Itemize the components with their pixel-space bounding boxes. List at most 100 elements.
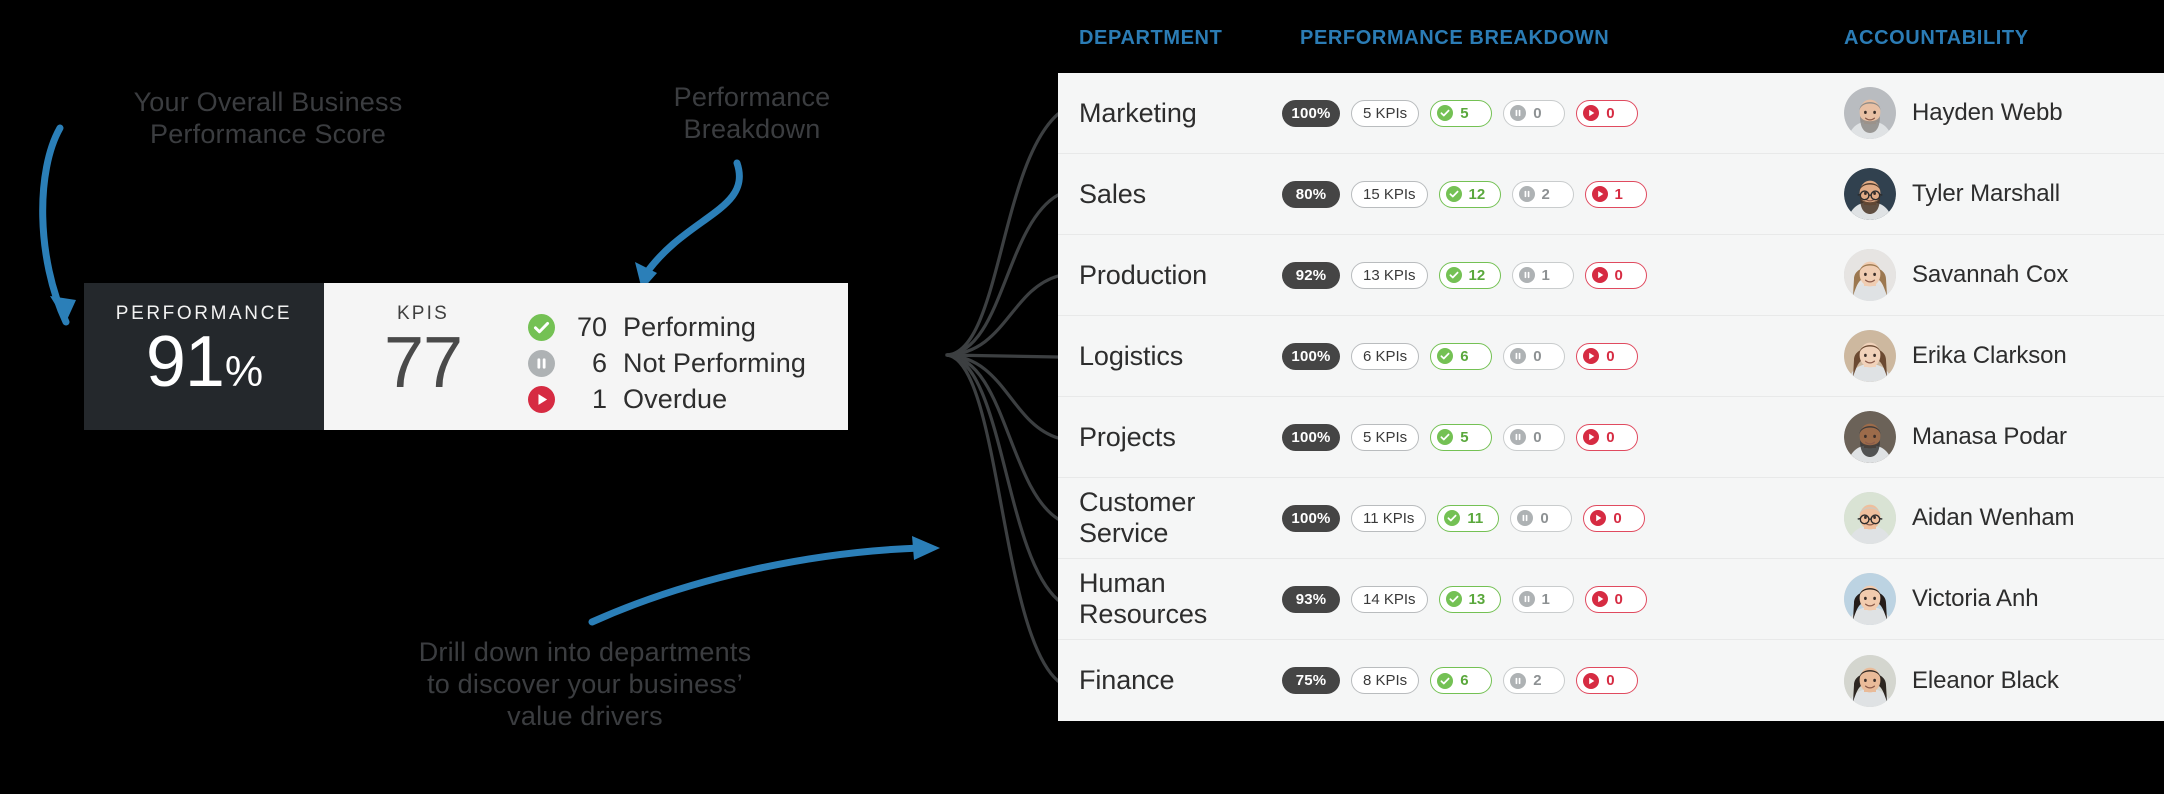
table-row[interactable]: Logistics 100% 6 KPIs 6 0 0 Erika Clarks… — [1058, 316, 2164, 397]
percent-badge: 100% — [1282, 423, 1340, 451]
performing-count: 12 — [1468, 266, 1486, 284]
avatar — [1844, 330, 1896, 382]
not-performing-count: 0 — [1540, 509, 1549, 527]
overdue-badge: 0 — [1576, 423, 1639, 451]
performance-breakdown-badges: 100% 6 KPIs 6 0 0 — [1282, 342, 1639, 370]
percent-badge: 92% — [1282, 261, 1340, 289]
table-row[interactable]: Marketing 100% 5 KPIs 5 0 0 Hayden Webb — [1058, 73, 2164, 154]
owner-name: Hayden Webb — [1912, 99, 2063, 126]
table-row[interactable]: Projects 100% 5 KPIs 5 0 0 Manasa Podar — [1058, 397, 2164, 478]
not-performing-count: 1 — [1541, 266, 1550, 284]
pause-circle-icon — [1510, 672, 1527, 689]
performing-badge: 11 — [1437, 504, 1500, 532]
avatar — [1844, 492, 1896, 544]
kpis-total-value: 77 — [383, 323, 463, 403]
pause-circle-icon — [528, 349, 555, 377]
table-row[interactable]: Finance 75% 8 KPIs 6 2 0 Eleanor Black — [1058, 640, 2164, 721]
overdue-count: 0 — [1606, 104, 1615, 122]
avatar — [1844, 411, 1896, 463]
not-performing-badge: 0 — [1503, 423, 1566, 451]
accountability-owner[interactable]: Victoria Anh — [1844, 573, 2039, 625]
performing-count: 5 — [1460, 104, 1469, 122]
avatar — [1844, 249, 1896, 301]
department-name: Production — [1079, 259, 1208, 290]
table-row[interactable]: Sales 80% 15 KPIs 12 2 1 Tyler Marshall — [1058, 154, 2164, 235]
department-table: Marketing 100% 5 KPIs 5 0 0 Hayden Webb … — [1058, 73, 2164, 721]
not-performing-count: 2 — [1533, 672, 1542, 689]
annotation-overall-score: Your Overall Business Performance Score — [133, 87, 403, 149]
arrow-performance-breakdown — [635, 159, 743, 290]
not-performing-badge: 2 — [1511, 180, 1574, 208]
kpi-legend-label: Performing — [623, 311, 757, 342]
kpi-legend-row: 70 Performing — [528, 309, 848, 345]
overdue-badge: 0 — [1576, 667, 1639, 694]
performance-breakdown-badges: 80% 15 KPIs 12 2 1 — [1282, 180, 1647, 208]
not-performing-count: 0 — [1533, 347, 1542, 365]
overdue-badge: 0 — [1583, 504, 1646, 532]
table-column-headers: DEPARTMENT PERFORMANCE BREAKDOWN ACCOUNT… — [1058, 27, 2164, 57]
kpi-legend-list: 70 Performing 6 Not Performing 1 Overdue — [522, 303, 848, 417]
pause-circle-icon — [1518, 591, 1535, 607]
overdue-count: 1 — [1614, 185, 1623, 203]
kpi-count-badge: 14 KPIs — [1351, 585, 1428, 613]
kpi-count-badge: 5 KPIs — [1351, 99, 1420, 127]
owner-name: Manasa Podar — [1912, 423, 2067, 450]
performance-percent-sign: % — [224, 348, 263, 396]
kpi-breakdown-panel: KPIS 77 70 Performing 6 Not Performing 1 Over… — [324, 283, 848, 430]
accountability-owner[interactable]: Hayden Webb — [1844, 87, 2063, 139]
performing-count: 12 — [1468, 185, 1486, 203]
performance-breakdown-badges: 92% 13 KPIs 12 1 0 — [1282, 261, 1647, 289]
table-row[interactable]: Customer Service 100% 11 KPIs 11 0 0 Aid… — [1058, 478, 2164, 559]
column-header-accountability: ACCOUNTABILITY — [1844, 27, 2029, 49]
accountability-owner[interactable]: Tyler Marshall — [1844, 168, 2060, 220]
kpi-count-badge: 11 KPIs — [1351, 504, 1427, 532]
department-name: Projects — [1079, 421, 1176, 452]
check-circle-icon — [1445, 591, 1462, 607]
avatar — [1844, 87, 1896, 139]
performance-breakdown-badges: 100% 11 KPIs 11 0 0 — [1282, 504, 1646, 532]
overdue-badge: 0 — [1576, 99, 1639, 127]
not-performing-count: 0 — [1533, 428, 1542, 446]
performing-badge: 6 — [1430, 667, 1493, 694]
pause-circle-icon — [1510, 105, 1527, 121]
department-name: Human Resources — [1079, 568, 1208, 629]
accountability-owner[interactable]: Erika Clarkson — [1844, 330, 2067, 382]
department-name: Marketing — [1079, 97, 1197, 128]
accountability-owner[interactable]: Manasa Podar — [1844, 411, 2067, 463]
owner-name: Erika Clarkson — [1912, 342, 2067, 369]
table-row[interactable]: Human Resources 93% 14 KPIs 13 1 0 Victo… — [1058, 559, 2164, 640]
overdue-count: 0 — [1606, 672, 1615, 689]
kpi-count-badge: 15 KPIs — [1351, 180, 1428, 208]
annotation-performance-breakdown: Performance Breakdown — [673, 82, 831, 144]
accountability-owner[interactable]: Aidan Wenham — [1844, 492, 2075, 544]
not-performing-badge: 1 — [1511, 261, 1574, 289]
percent-badge: 80% — [1282, 180, 1340, 208]
accountability-owner[interactable]: Eleanor Black — [1844, 654, 2059, 707]
play-circle-icon — [1591, 186, 1608, 202]
kpi-total-block: KPIS 77 — [324, 303, 522, 399]
check-circle-icon — [1437, 105, 1454, 121]
owner-name: Savannah Cox — [1912, 261, 2069, 288]
not-performing-badge: 0 — [1510, 504, 1573, 532]
pause-circle-icon — [1518, 186, 1535, 202]
performing-count: 6 — [1460, 347, 1469, 365]
check-circle-icon — [528, 313, 555, 341]
accountability-owner[interactable]: Savannah Cox — [1844, 249, 2068, 301]
overdue-count: 0 — [1614, 266, 1623, 284]
not-performing-badge: 0 — [1503, 99, 1566, 127]
not-performing-count: 2 — [1541, 185, 1550, 203]
not-performing-badge: 2 — [1503, 667, 1566, 694]
fanout-connector — [945, 112, 1060, 683]
kpi-legend-count: 6 — [591, 347, 607, 378]
play-circle-icon — [1591, 591, 1608, 607]
play-circle-icon — [1590, 510, 1607, 526]
play-circle-icon — [1583, 672, 1600, 689]
kpi-count-badge: 8 KPIs — [1351, 667, 1420, 694]
pause-circle-icon — [1510, 429, 1527, 445]
play-circle-icon — [1583, 429, 1600, 445]
kpis-label: KPIS — [396, 303, 450, 324]
overdue-badge: 0 — [1576, 342, 1639, 370]
table-row[interactable]: Production 92% 13 KPIs 12 1 0 Savannah C… — [1058, 235, 2164, 316]
performance-breakdown-badges: 93% 14 KPIs 13 1 0 — [1282, 585, 1647, 613]
performance-score-panel: PERFORMANCE 91% — [84, 283, 324, 430]
